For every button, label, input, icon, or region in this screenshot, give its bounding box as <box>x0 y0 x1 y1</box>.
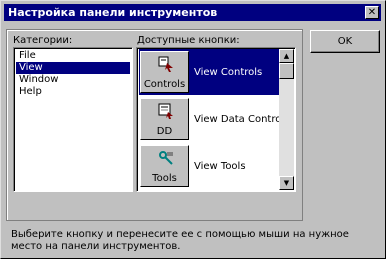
button-row-tools[interactable]: Tools View Tools <box>139 143 282 189</box>
hint-text: Выберите кнопку и перенесите ее с помощь… <box>11 229 349 252</box>
tools-toolbar-button[interactable]: Tools <box>140 145 189 187</box>
categories-list[interactable]: File View Window Help <box>13 47 133 192</box>
scrollbar-thumb[interactable] <box>279 63 294 79</box>
dd-toolbar-button[interactable]: DD <box>140 98 189 140</box>
vertical-scrollbar[interactable]: ▲ ▼ <box>279 49 294 190</box>
scroll-down-icon: ▼ <box>283 179 290 187</box>
dd-caption: DD <box>156 126 173 137</box>
category-item-file[interactable]: File <box>16 50 130 62</box>
available-buttons-list[interactable]: Controls View Controls DD View Data Cont… <box>136 47 296 192</box>
scroll-up-button[interactable]: ▲ <box>279 49 294 63</box>
scroll-down-button[interactable]: ▼ <box>279 176 294 190</box>
category-item-window[interactable]: Window <box>16 74 130 86</box>
toolbar-settings-dialog: Настройка панели инструментов ✕ Категори… <box>0 0 386 259</box>
controls-description: View Controls <box>194 67 263 78</box>
controls-toolbar-button[interactable]: Controls <box>140 51 189 93</box>
controls-caption: Controls <box>143 79 186 90</box>
controls-icon <box>158 56 173 72</box>
categories-label: Категории: <box>13 35 73 46</box>
tools-description: View Tools <box>194 161 246 172</box>
tools-icon <box>159 151 173 165</box>
dialog-title: Настройка панели инструментов <box>8 6 218 19</box>
title-bar[interactable]: Настройка панели инструментов ✕ <box>4 4 381 21</box>
data-controls-icon <box>158 103 173 119</box>
data-controls-description: View Data Controls <box>194 114 290 125</box>
tools-caption: Tools <box>152 173 177 184</box>
button-row-data-controls[interactable]: DD View Data Controls <box>139 96 289 142</box>
ok-button[interactable]: OK <box>310 30 380 53</box>
scroll-up-icon: ▲ <box>283 52 290 60</box>
close-icon: ✕ <box>367 7 377 18</box>
buttons-label: Доступные кнопки: <box>137 35 240 46</box>
button-row-controls[interactable]: Controls View Controls <box>139 49 282 95</box>
category-item-help[interactable]: Help <box>16 86 130 98</box>
category-item-view[interactable]: View <box>16 62 130 74</box>
close-button[interactable]: ✕ <box>365 6 379 19</box>
